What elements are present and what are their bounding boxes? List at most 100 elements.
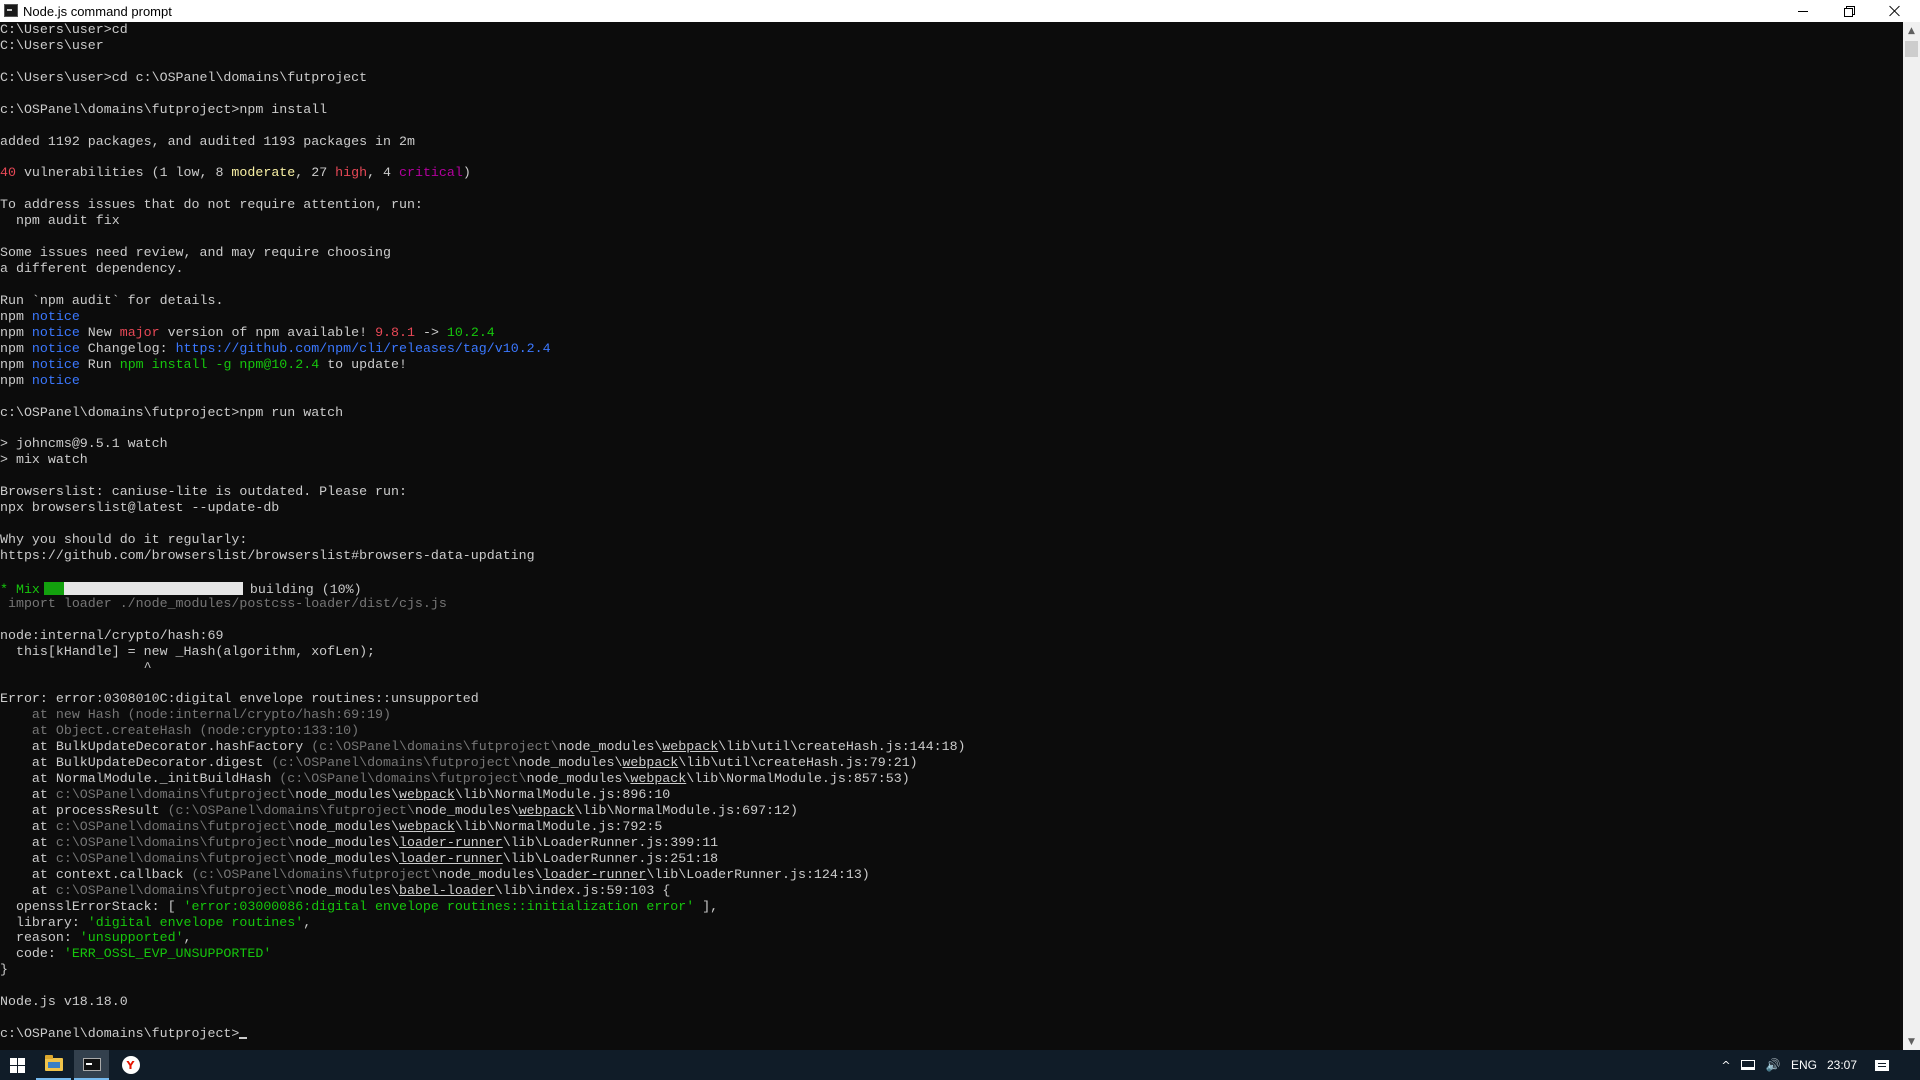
console-app-icon[interactable] bbox=[4, 4, 18, 17]
console-text: npm audit fix bbox=[0, 213, 120, 229]
console-text: at processResult bbox=[0, 802, 168, 818]
console-text: (c:\OSPanel\domains\futproject\ bbox=[311, 739, 559, 755]
console-text: \lib\util\createHash.js:144:18) bbox=[718, 739, 966, 755]
console-text: 'unsupported' bbox=[79, 930, 184, 946]
console-line: npm notice bbox=[0, 373, 1903, 389]
console-line: npm notice Changelog: https://github.com… bbox=[0, 341, 1903, 357]
console-text: \lib\NormalModule.js:896:10 bbox=[454, 787, 671, 802]
console-text: \lib\NormalModule.js:697:12) bbox=[574, 802, 798, 818]
console-text: (c:\OSPanel\domains\futproject\ bbox=[279, 771, 527, 787]
console-text: at bbox=[0, 818, 56, 834]
console-text: Run bbox=[79, 356, 120, 372]
close-button[interactable] bbox=[1872, 0, 1918, 22]
file-explorer-button[interactable] bbox=[36, 1050, 71, 1080]
console-text: \lib\LoaderRunner.js:124:13) bbox=[646, 866, 870, 882]
console-line: npm notice New major version of npm avai… bbox=[0, 325, 1903, 341]
console-line: opensslErrorStack: [ 'error:03000086:dig… bbox=[0, 899, 1903, 915]
console-text: > johncms@9.5.1 watch bbox=[0, 436, 168, 452]
title-bar[interactable]: Node.js command prompt bbox=[0, 0, 1920, 22]
console-line: c:\OSPanel\domains\futproject> bbox=[0, 1026, 1903, 1042]
close-icon bbox=[1889, 5, 1901, 17]
console-text: https://github.com/browserslist/browsers… bbox=[0, 547, 535, 563]
build-progress-bar bbox=[43, 581, 243, 595]
console-text: > mix watch bbox=[0, 452, 88, 468]
console-text: , bbox=[303, 914, 312, 930]
console-text: webpack bbox=[398, 787, 455, 802]
console-text: reason: bbox=[0, 930, 80, 946]
console-text: \lib\LoaderRunner.js:251:18 bbox=[502, 850, 719, 866]
console-text: npm bbox=[0, 324, 32, 340]
yandex-browser-button[interactable]: Y bbox=[113, 1050, 148, 1080]
console-text: loader-runner bbox=[398, 850, 503, 866]
console-text: 10.2.4 bbox=[446, 324, 495, 340]
restore-button[interactable] bbox=[1826, 0, 1872, 22]
chevron-up-icon[interactable]: ^ bbox=[1716, 1050, 1736, 1080]
scroll-thumb[interactable] bbox=[1905, 41, 1918, 57]
console-line: 40 vulnerabilities (1 low, 8 moderate, 2… bbox=[0, 165, 1903, 181]
text-cursor bbox=[239, 1037, 248, 1040]
console-line: library: 'digital envelope routines', bbox=[0, 915, 1903, 931]
console-text: notice bbox=[31, 340, 80, 356]
console-text: ], bbox=[694, 898, 719, 914]
console-line: Node.js v18.18.0 bbox=[0, 994, 1903, 1010]
console-text: (c:\OSPanel\domains\futproject\ bbox=[167, 802, 415, 818]
console-line: ^ bbox=[0, 660, 1903, 676]
window-title: Node.js command prompt bbox=[23, 4, 172, 19]
console-text: node_modules\ bbox=[295, 834, 399, 850]
console-line: c:\OSPanel\domains\futproject>npm run wa… bbox=[0, 405, 1903, 421]
console-text: vulnerabilities (1 low, 8 bbox=[15, 165, 232, 181]
speaker-icon[interactable]: 🔊 bbox=[1763, 1050, 1783, 1080]
clock[interactable]: 23:07 bbox=[1827, 1050, 1857, 1080]
console-text: npm bbox=[0, 340, 32, 356]
console-text: notice bbox=[31, 356, 80, 372]
console-line: C:\Users\user>cd c:\OSPanel\domains\futp… bbox=[0, 70, 1903, 86]
console-text: at new Hash (node:internal/crypto/hash:6… bbox=[0, 707, 391, 723]
action-center-button[interactable] bbox=[1867, 1050, 1897, 1080]
command-prompt-taskbar-button[interactable] bbox=[74, 1050, 109, 1080]
scroll-up-button[interactable]: ▲ bbox=[1903, 22, 1920, 39]
console-text: critical bbox=[399, 165, 463, 181]
console-text: node_modules\ bbox=[518, 755, 623, 771]
console-line: Browserslist: caniuse-lite is outdated. … bbox=[0, 484, 1903, 500]
console-line: at Object.createHash (node:crypto:133:10… bbox=[0, 723, 1903, 739]
console-text: major bbox=[119, 324, 160, 340]
console-line: } bbox=[0, 962, 1903, 978]
console-text: a different dependency. bbox=[0, 261, 184, 277]
console-text: c:\OSPanel\domains\futproject\ bbox=[55, 787, 296, 802]
start-button[interactable] bbox=[0, 1050, 35, 1080]
console-line: npm audit fix bbox=[0, 213, 1903, 229]
scroll-down-button[interactable]: ▼ bbox=[1903, 1033, 1920, 1050]
console-line: Some issues need review, and may require… bbox=[0, 245, 1903, 261]
console-text: opensslErrorStack: [ bbox=[0, 898, 184, 914]
console-text: code: bbox=[0, 946, 64, 962]
console-text: to update! bbox=[319, 356, 407, 372]
console-line: at c:\OSPanel\domains\futproject\node_mo… bbox=[0, 787, 1903, 803]
console-text: this[kHandle] = new _Hash(algorithm, xof… bbox=[0, 643, 376, 659]
console-text: \lib\index.js:59:103 { bbox=[494, 882, 671, 898]
input-language[interactable]: ENG bbox=[1789, 1050, 1819, 1080]
console-text: c:\OSPanel\domains\futproject\ bbox=[55, 850, 296, 866]
console-line: at BulkUpdateDecorator.hashFactory (c:\O… bbox=[0, 739, 1903, 755]
yandex-browser-icon: Y bbox=[121, 1056, 140, 1074]
console-text: -> bbox=[414, 324, 447, 340]
console-text: (c:\OSPanel\domains\futproject\ bbox=[191, 866, 439, 882]
console-text: 40 bbox=[0, 165, 16, 181]
console-text: \lib\LoaderRunner.js:399:11 bbox=[502, 834, 719, 850]
console-text: To address issues that do not require at… bbox=[0, 197, 423, 213]
minimize-button[interactable] bbox=[1780, 0, 1826, 22]
console-text: at bbox=[0, 787, 56, 802]
console-text: notice bbox=[31, 308, 80, 324]
console-text: node_modules\ bbox=[295, 850, 399, 866]
console-output[interactable]: C:\Users\user>cd C:\Users\user C:\Users\us… bbox=[0, 22, 1903, 1050]
vertical-scrollbar[interactable]: ▲ ▼ bbox=[1903, 22, 1920, 1050]
network-icon[interactable] bbox=[1738, 1050, 1758, 1080]
console-line: at c:\OSPanel\domains\futproject\node_mo… bbox=[0, 883, 1903, 899]
